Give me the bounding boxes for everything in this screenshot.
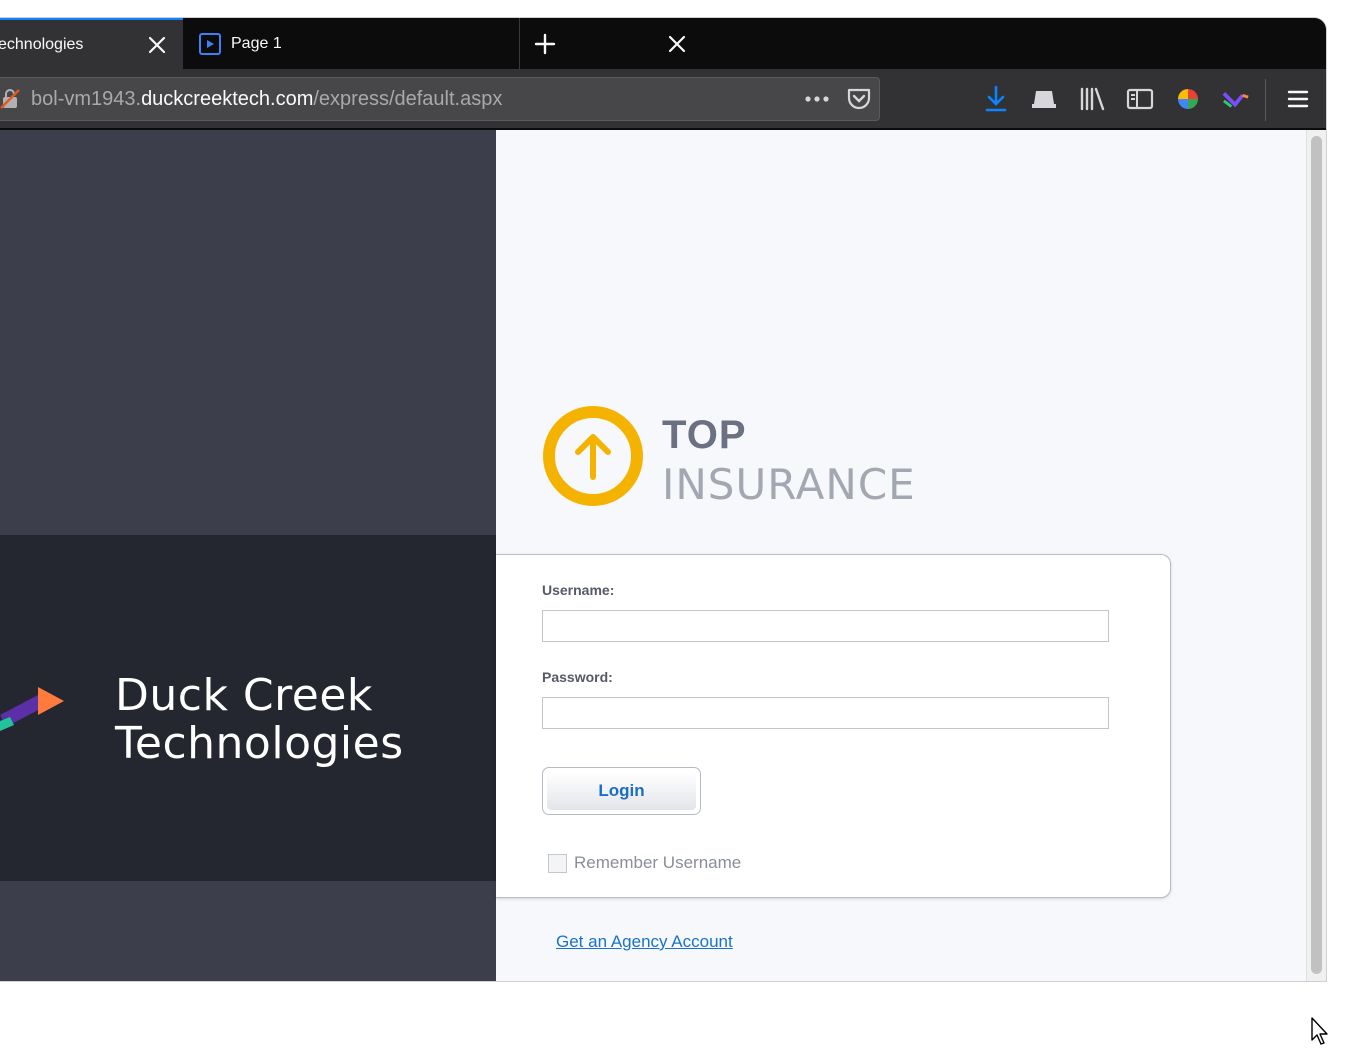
brand-band: Duck Creek Technologies [0, 535, 496, 881]
nav-toolbar: bol-vm1943.duckcreektech.com/express/def… [0, 69, 1326, 129]
close-icon[interactable] [666, 33, 688, 55]
mouse-pointer-icon [1310, 1016, 1332, 1046]
remember-username-label: Remember Username [574, 853, 742, 872]
tab-duck-creek[interactable]: echnologies [0, 18, 183, 69]
color-extension-icon[interactable] [1174, 85, 1202, 113]
page-actions-more-icon[interactable] [803, 88, 831, 110]
brand-line-2: Technologies [115, 718, 404, 769]
screen: echnologies Page 1 bol-vm1943.duckcreekt… [0, 0, 1354, 1059]
logo-text-bottom: INSURANCE [662, 460, 916, 509]
insecure-lock-icon[interactable] [0, 88, 21, 110]
tab-strip: echnologies Page 1 [0, 18, 1326, 69]
hamburger-menu-icon[interactable] [1284, 85, 1312, 113]
download-icon[interactable] [982, 85, 1010, 113]
top-insurance-arrow-icon [542, 405, 644, 507]
plus-icon [534, 33, 556, 55]
browser-window: echnologies Page 1 bol-vm1943.duckcreekt… [0, 18, 1326, 981]
login-form: Username: Password: Login Remember Usern… [496, 554, 1171, 898]
remember-username[interactable]: Remember Username [548, 853, 741, 873]
sidebar-icon[interactable] [1126, 85, 1154, 113]
close-icon[interactable] [146, 34, 168, 56]
brand-name: Duck Creek Technologies [115, 672, 404, 768]
password-label: Password: [542, 669, 613, 685]
address-bar[interactable]: bol-vm1943.duckcreektech.com/express/def… [0, 77, 880, 121]
scrollbar[interactable] [1306, 130, 1326, 981]
agency-account-link[interactable]: Get an Agency Account [556, 932, 733, 952]
container-hat-icon[interactable] [1030, 85, 1058, 113]
tab-title: Page 1 [231, 34, 282, 52]
login-button-label: Login [547, 772, 696, 810]
brand-panel: Duck Creek Technologies [0, 130, 496, 981]
library-icon[interactable] [1078, 85, 1106, 113]
remember-username-checkbox[interactable] [548, 853, 567, 873]
tab-page-1[interactable]: Page 1 [183, 18, 686, 69]
page-content: Duck Creek Technologies TOP INSURANCE Us… [0, 130, 1326, 981]
new-tab-button[interactable] [530, 31, 560, 57]
username-input[interactable] [542, 610, 1109, 642]
username-label: Username: [542, 582, 615, 598]
scrollbar-thumb[interactable] [1311, 136, 1322, 974]
toolbar-separator [1265, 79, 1266, 121]
tab-title: echnologies [0, 35, 84, 53]
extension-arrow-icon[interactable] [1222, 85, 1250, 113]
url-path: /express/default.aspx [313, 88, 503, 110]
url-domain: duckcreektech.com [141, 88, 314, 110]
brand-line-1: Duck Creek [115, 670, 373, 721]
url-prefix: bol-vm1943. [31, 88, 142, 110]
pocket-icon[interactable] [846, 87, 872, 111]
login-button[interactable]: Login [542, 767, 701, 815]
password-input[interactable] [542, 697, 1109, 729]
logo-text-top: TOP [662, 413, 747, 457]
duck-creek-logo-icon [0, 675, 70, 735]
url-text[interactable]: bol-vm1943.duckcreektech.com/express/def… [31, 88, 502, 111]
page-favicon-icon [199, 33, 221, 55]
